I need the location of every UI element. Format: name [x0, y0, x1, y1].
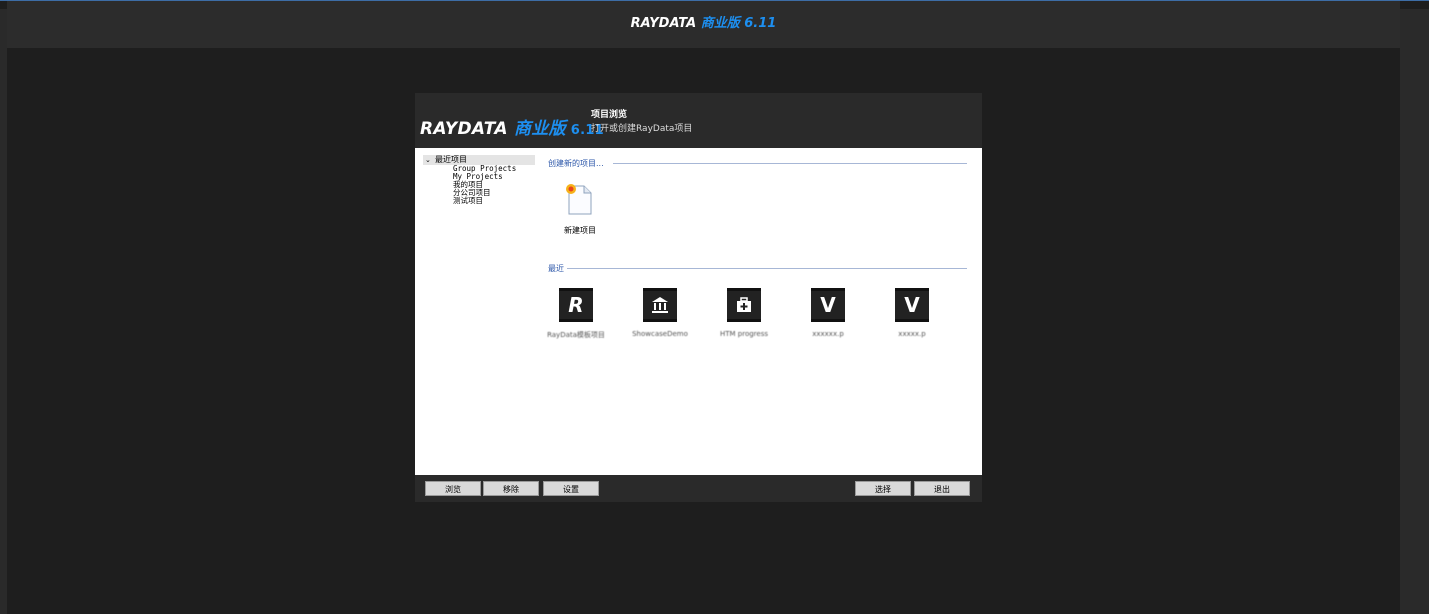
project-browser-dialog: RAYDATA 商业版 6.11 项目浏览 打开或创建RayData项目 ⌄ 最近… — [415, 93, 982, 502]
medkit-icon — [727, 288, 761, 322]
tree-item-test-projects[interactable]: 测试项目 — [423, 197, 535, 205]
dialog-footer: 浏览 移除 设置 选择 退出 — [415, 475, 982, 502]
remove-button[interactable]: 移除 — [483, 481, 539, 496]
raydata-logo: RAYDATA 商业版 6.11 — [420, 114, 604, 139]
v-logo-icon: V — [895, 288, 929, 322]
left-margin — [0, 9, 7, 614]
app-title-version: 6.11 — [739, 16, 777, 31]
recent-section-heading: 最近 — [548, 264, 564, 273]
app-header: RAYDATA 商业版 6.11 — [7, 1, 1400, 48]
settings-button[interactable]: 设置 — [543, 481, 599, 496]
recent-project-3[interactable]: HTM progress — [709, 288, 779, 338]
browse-button[interactable]: 浏览 — [425, 481, 481, 496]
tree-root-label: 最近项目 — [435, 155, 467, 164]
v-logo-icon: V — [811, 288, 845, 322]
exit-button[interactable]: 退出 — [914, 481, 970, 496]
recent-project-label: RayData模板项目 — [547, 331, 605, 339]
app-title: RAYDATA 商业版 6.11 — [7, 12, 1400, 31]
create-section-heading: 创建新的项目... — [548, 159, 604, 168]
recent-project-4[interactable]: V xxxxxx.p — [793, 288, 863, 338]
dialog-title: 项目浏览 — [591, 110, 628, 120]
right-margin — [1400, 9, 1429, 614]
project-tree: ⌄ 最近项目 Group Projects My Projects 我的项目 分公… — [423, 155, 535, 475]
new-document-icon — [566, 184, 592, 215]
select-button[interactable]: 选择 — [855, 481, 911, 496]
create-section-divider — [613, 163, 967, 164]
recent-project-5[interactable]: V xxxxx.p — [877, 288, 947, 338]
app-title-brand: RAYDATA — [630, 16, 701, 31]
recent-project-label: xxxxx.p — [898, 330, 926, 338]
chevron-down-icon[interactable]: ⌄ — [425, 155, 435, 165]
bank-icon — [643, 288, 677, 322]
logo-brand: RAYDATA — [420, 119, 514, 139]
app-title-edition: 商业版 — [700, 16, 740, 31]
raydata-r-icon: R — [559, 288, 593, 322]
recent-project-1[interactable]: R RayData模板项目 — [541, 288, 611, 340]
logo-edition: 商业版 — [514, 119, 566, 139]
dialog-header: RAYDATA 商业版 6.11 项目浏览 打开或创建RayData项目 — [415, 93, 982, 148]
new-project-label: 新建项目 — [564, 226, 596, 235]
dialog-subtitle: 打开或创建RayData项目 — [591, 124, 693, 134]
recent-project-2[interactable]: ShowcaseDemo — [625, 288, 695, 338]
new-project-button[interactable]: 新建项目 — [556, 183, 604, 236]
recent-section-divider — [567, 268, 967, 269]
recent-project-label: xxxxxx.p — [812, 330, 844, 338]
recent-project-label: ShowcaseDemo — [632, 330, 688, 338]
recent-project-label: HTM progress — [719, 330, 769, 338]
